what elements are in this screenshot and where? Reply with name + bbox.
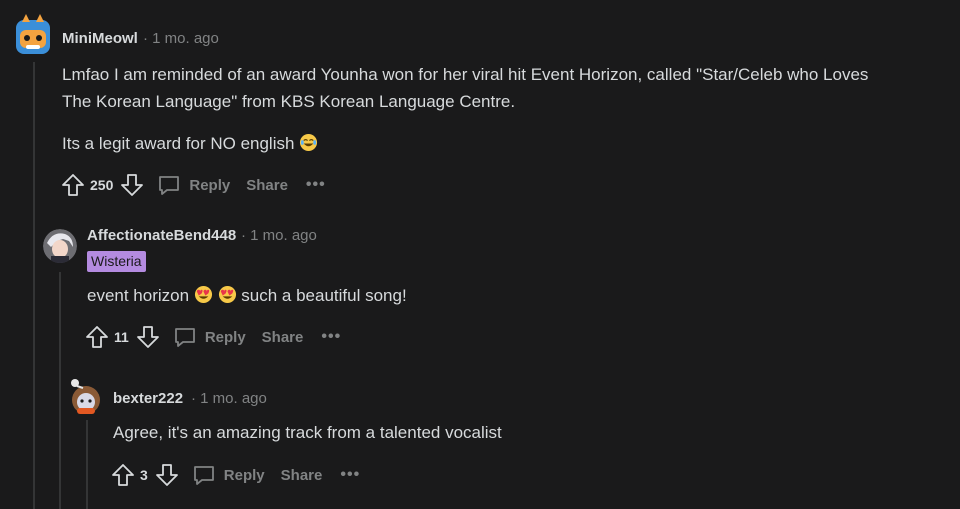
comment-actions: 250 Reply Share ••• (60, 170, 326, 200)
comment-body-text: such a beautiful song! (241, 286, 407, 305)
reply-button[interactable]: Reply (157, 173, 230, 197)
more-options-icon[interactable]: ••• (306, 176, 326, 194)
comment-body-text: Its a legit award for NO english (62, 134, 295, 153)
comment-body-line: Its a legit award for NO english (62, 129, 318, 158)
reply-button[interactable]: Reply (173, 325, 246, 349)
timestamp[interactable]: · 1 mo. ago (241, 227, 317, 244)
comment-bubble-icon (159, 176, 180, 195)
tears-of-joy-emoji (299, 132, 318, 152)
avatar[interactable] (67, 374, 105, 416)
comment-actions: 3 Reply Share ••• (110, 460, 360, 490)
comment-body-line: The Korean Language" from KBS Korean Lan… (62, 92, 516, 111)
downvote-icon[interactable] (135, 324, 161, 350)
user-flair: Wisteria (87, 251, 146, 272)
vote-score: 11 (114, 329, 129, 345)
downvote-icon[interactable] (154, 462, 180, 488)
share-button[interactable]: Share (262, 329, 304, 346)
reply-button[interactable]: Reply (192, 463, 265, 487)
vote-score: 3 (140, 467, 148, 483)
comment-body-text: event horizon (87, 286, 190, 305)
timestamp[interactable]: · 1 mo. ago (191, 390, 267, 407)
username[interactable]: MiniMeowl (62, 30, 138, 47)
more-options-icon[interactable]: ••• (340, 466, 360, 484)
upvote-icon[interactable] (60, 172, 86, 198)
avatar[interactable] (43, 229, 77, 263)
reply-label: Reply (189, 176, 231, 194)
downvote-icon[interactable] (119, 172, 145, 198)
thread-line-level1[interactable] (59, 272, 61, 509)
comment-body-line: Lmfao I am reminded of an award Younha w… (62, 65, 869, 84)
reply-label: Reply (223, 466, 265, 484)
share-button[interactable]: Share (246, 177, 288, 194)
thread-line-root[interactable] (33, 62, 35, 509)
heart-eyes-emoji (218, 284, 237, 304)
username[interactable]: bexter222 (113, 390, 183, 407)
comment-actions: 11 Reply Share ••• (84, 322, 341, 352)
upvote-icon[interactable] (84, 324, 110, 350)
heart-eyes-emoji (194, 284, 213, 304)
reply-label: Reply (204, 328, 246, 346)
upvote-icon[interactable] (110, 462, 136, 488)
share-button[interactable]: Share (281, 467, 323, 484)
vote-score: 250 (90, 177, 114, 193)
more-options-icon[interactable]: ••• (321, 328, 341, 346)
username[interactable]: AffectionateBend448 (87, 227, 236, 244)
comment-bubble-icon (174, 328, 195, 347)
timestamp[interactable]: · 1 mo. ago (143, 30, 219, 47)
avatar[interactable] (14, 12, 52, 56)
comment-bubble-icon (193, 466, 214, 485)
comment-body-line: event horizon such a beautiful song! (87, 281, 407, 310)
comment-body-line: Agree, it's an amazing track from a tale… (113, 423, 502, 442)
thread-line-level2[interactable] (86, 420, 88, 509)
